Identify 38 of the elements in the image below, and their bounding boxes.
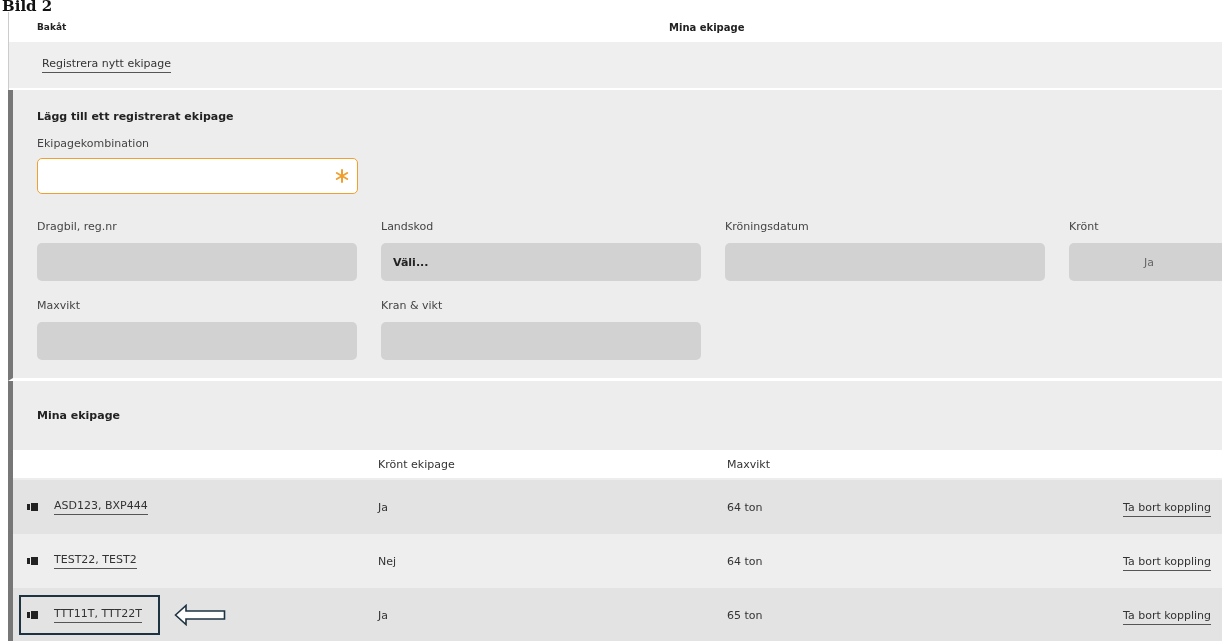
field-label: Krönt bbox=[1069, 220, 1100, 233]
vehicle-link[interactable]: TEST22, TEST2 bbox=[54, 553, 137, 569]
input-field[interactable] bbox=[381, 322, 701, 360]
table-cell-text: 64 ton bbox=[727, 554, 764, 568]
field-label: Kran & vikt bbox=[381, 299, 444, 312]
table-cell-text: Ja bbox=[378, 608, 389, 622]
figure-caption: Bild 2 bbox=[1, 0, 54, 12]
input-field[interactable] bbox=[725, 243, 1045, 281]
combination-field[interactable] bbox=[37, 158, 358, 194]
input-field[interactable] bbox=[37, 322, 357, 360]
vehicle-link[interactable]: ASD123, BXP444 bbox=[54, 499, 148, 515]
section-title: Lägg till ett registrerat ekipage bbox=[37, 110, 235, 123]
input-field[interactable] bbox=[37, 243, 357, 281]
back-link[interactable]: Bakåt bbox=[37, 22, 67, 32]
select-field[interactable]: Väli... bbox=[381, 243, 701, 281]
page-title: Mina ekipage bbox=[669, 21, 745, 33]
truck-icon bbox=[27, 557, 38, 565]
field-label: Dragbil, reg.nr bbox=[37, 220, 118, 233]
column-header: Maxvikt bbox=[727, 457, 771, 471]
table-cell-text: 64 ton bbox=[727, 500, 764, 514]
column-header: Krönt ekipage bbox=[378, 457, 456, 471]
field-label: Ekipagekombination bbox=[37, 137, 151, 150]
remove-link[interactable]: Ta bort koppling bbox=[1123, 608, 1211, 625]
arrow-icon bbox=[173, 604, 226, 626]
toggle-button[interactable]: Ja bbox=[1069, 243, 1222, 281]
section-title: Mina ekipage bbox=[36, 409, 121, 422]
table-cell-text: Ja bbox=[378, 500, 389, 514]
table-cell-text: Nej bbox=[378, 554, 398, 568]
field-label: Landskod bbox=[381, 220, 435, 233]
truck-icon bbox=[27, 611, 38, 619]
vehicle-link[interactable]: TTT11T, TTT22T bbox=[54, 607, 142, 623]
field-label: Kröningsdatum bbox=[725, 220, 810, 233]
register-link[interactable]: Registrera nytt ekipage bbox=[42, 57, 172, 73]
field-label: Maxvikt bbox=[37, 299, 81, 312]
truck-icon bbox=[27, 503, 38, 511]
remove-link[interactable]: Ta bort koppling bbox=[1123, 554, 1211, 571]
table-cell-text: 65 ton bbox=[727, 608, 764, 622]
remove-link[interactable]: Ta bort koppling bbox=[1123, 500, 1211, 517]
